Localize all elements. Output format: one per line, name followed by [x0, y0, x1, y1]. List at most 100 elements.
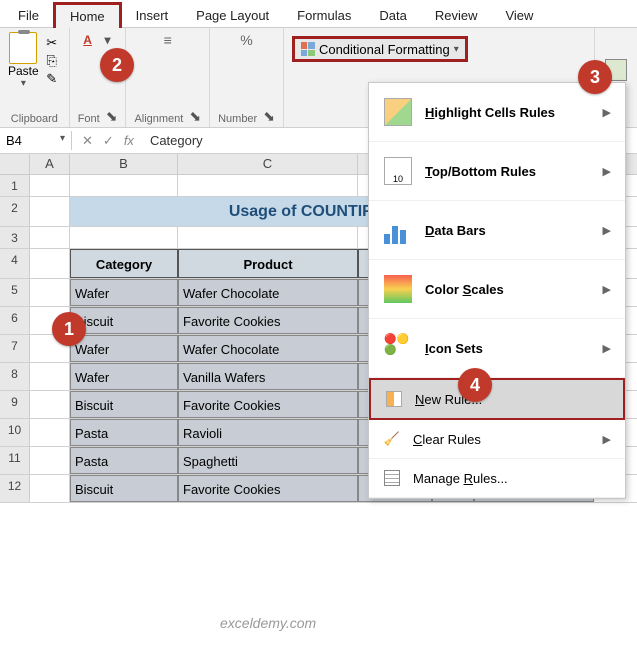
header-product[interactable]: Product	[178, 249, 358, 278]
chevron-down-icon: ▾	[21, 78, 26, 89]
cell-product[interactable]: Favorite Cookies	[178, 307, 358, 334]
new-rule-icon	[386, 391, 402, 407]
col-header[interactable]: B	[70, 154, 178, 174]
cell-product[interactable]: Spaghetti	[178, 447, 358, 474]
cell-category[interactable]: Wafer	[70, 335, 178, 362]
tab-data[interactable]: Data	[365, 4, 420, 27]
chevron-right-icon: ▶	[603, 224, 611, 237]
row-header[interactable]: 2	[0, 197, 30, 226]
cell-category[interactable]: Pasta	[70, 419, 178, 446]
conditional-formatting-menu: Highlight Cells Rules ▶ 10 Top/Bottom Ru…	[368, 82, 626, 499]
name-box-value: B4	[6, 133, 22, 148]
callout-2: 2	[100, 48, 134, 82]
cell-category[interactable]: Biscuit	[70, 475, 178, 502]
row-header[interactable]: 5	[0, 279, 30, 306]
cell-product[interactable]: Favorite Cookies	[178, 391, 358, 418]
tab-formulas[interactable]: Formulas	[283, 4, 365, 27]
highlight-cells-icon	[384, 98, 412, 126]
row-header[interactable]: 8	[0, 363, 30, 390]
top-bottom-icon: 10	[384, 157, 412, 185]
ribbon-tabs: File Home Insert Page Layout Formulas Da…	[0, 0, 637, 28]
row-header[interactable]: 1	[0, 175, 30, 196]
group-clipboard: Paste ▾ ✂ ⎘ ✎ Clipboard	[0, 28, 70, 127]
chevron-down-icon[interactable]: ▾	[99, 32, 117, 48]
callout-3: 3	[578, 60, 612, 94]
cell-product[interactable]: Vanilla Wafers	[178, 363, 358, 390]
color-scales-icon	[384, 275, 412, 303]
chevron-right-icon: ▶	[603, 342, 611, 355]
row-header[interactable]: 6	[0, 307, 30, 334]
name-box[interactable]: B4 ▾	[0, 131, 72, 150]
format-painter-icon[interactable]: ✎	[43, 71, 61, 87]
menu-new-rule[interactable]: New Rule...	[369, 378, 625, 420]
cell-product[interactable]: Ravioli	[178, 419, 358, 446]
chevron-right-icon: ▶	[603, 433, 611, 446]
chevron-down-icon: ▾	[60, 133, 65, 144]
menu-clear-rules[interactable]: 🧹 Clear Rules ▶	[369, 420, 625, 459]
callout-4: 4	[458, 368, 492, 402]
cell-category[interactable]: Biscuit	[70, 307, 178, 334]
manage-rules-icon	[384, 470, 400, 486]
cell-product[interactable]: Wafer Chocolate	[178, 279, 358, 306]
chevron-right-icon: ▶	[603, 283, 611, 296]
chevron-down-icon: ▾	[454, 44, 459, 55]
group-number: % Number ⬊	[210, 28, 284, 127]
paste-label: Paste	[8, 64, 39, 78]
col-header[interactable]: A	[30, 154, 70, 174]
dialog-launcher-icon[interactable]: ⬊	[106, 108, 118, 125]
cell-product[interactable]: Wafer Chocolate	[178, 335, 358, 362]
conditional-formatting-icon	[301, 42, 315, 56]
cell-product[interactable]: Favorite Cookies	[178, 475, 358, 502]
clipboard-mini-buttons: ✂ ⎘ ✎	[43, 35, 61, 87]
alignment-group-label: Alignment	[134, 113, 183, 125]
font-group-label: Font	[78, 113, 100, 125]
chevron-right-icon: ▶	[603, 165, 611, 178]
menu-icon-sets[interactable]: 🔴🟡🟢 Icon Sets ▶	[369, 319, 625, 378]
group-alignment: ≡ Alignment ⬊	[126, 28, 210, 127]
paste-icon	[9, 32, 37, 64]
cell-category[interactable]: Pasta	[70, 447, 178, 474]
row-header[interactable]: 12	[0, 475, 30, 502]
tab-file[interactable]: File	[4, 4, 53, 27]
paste-button[interactable]: Paste ▾	[8, 32, 39, 89]
number-group-label: Number	[218, 113, 257, 125]
row-header[interactable]: 9	[0, 391, 30, 418]
dialog-launcher-icon[interactable]: ⬊	[189, 108, 201, 125]
accept-formula-icon[interactable]: ✓	[103, 133, 114, 149]
clear-rules-icon: 🧹	[384, 431, 400, 447]
fx-icon[interactable]: fx	[124, 133, 134, 148]
tab-insert[interactable]: Insert	[122, 4, 183, 27]
data-bars-icon	[384, 216, 412, 244]
cf-label: Conditional Formatting	[319, 42, 450, 57]
menu-manage-rules[interactable]: Manage Rules...	[369, 459, 625, 498]
col-header[interactable]: C	[178, 154, 358, 174]
row-header[interactable]: 11	[0, 447, 30, 474]
tab-review[interactable]: Review	[421, 4, 492, 27]
select-all-corner[interactable]	[0, 154, 30, 174]
cut-icon[interactable]: ✂	[43, 35, 61, 51]
tab-view[interactable]: View	[491, 4, 547, 27]
menu-color-scales[interactable]: Color Scales ▶	[369, 260, 625, 319]
font-color-icon[interactable]: A	[79, 32, 97, 48]
cancel-formula-icon[interactable]: ✕	[82, 133, 93, 149]
row-header[interactable]: 7	[0, 335, 30, 362]
watermark: exceldemy.com	[220, 615, 316, 631]
row-header[interactable]: 4	[0, 249, 30, 278]
cell-category[interactable]: Wafer	[70, 279, 178, 306]
conditional-formatting-button[interactable]: Conditional Formatting ▾	[292, 36, 468, 62]
cell-category[interactable]: Biscuit	[70, 391, 178, 418]
header-category[interactable]: Category	[70, 249, 178, 278]
tab-page-layout[interactable]: Page Layout	[182, 4, 283, 27]
row-header[interactable]: 3	[0, 227, 30, 248]
tab-home[interactable]: Home	[53, 2, 122, 28]
cell-category[interactable]: Wafer	[70, 363, 178, 390]
row-header[interactable]: 10	[0, 419, 30, 446]
dialog-launcher-icon[interactable]: ⬊	[263, 108, 275, 125]
callout-1: 1	[52, 312, 86, 346]
menu-top-bottom-rules[interactable]: 10 Top/Bottom Rules ▶	[369, 142, 625, 201]
chevron-right-icon: ▶	[603, 106, 611, 119]
clipboard-group-label: Clipboard	[11, 113, 58, 125]
copy-icon[interactable]: ⎘	[43, 53, 61, 69]
icon-sets-icon: 🔴🟡🟢	[384, 334, 412, 362]
menu-data-bars[interactable]: Data Bars ▶	[369, 201, 625, 260]
